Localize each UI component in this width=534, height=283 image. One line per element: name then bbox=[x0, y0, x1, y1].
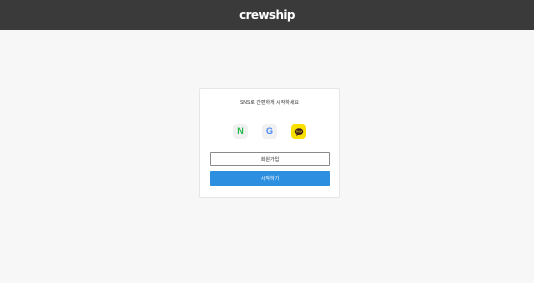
start-button[interactable]: 시작하기 bbox=[210, 171, 330, 186]
kakao-icon: TALK bbox=[294, 127, 303, 136]
top-header: crewship bbox=[0, 0, 534, 30]
google-login-button[interactable]: G bbox=[262, 124, 277, 139]
svg-text:TALK: TALK bbox=[295, 129, 302, 133]
main-area: SNS로 간편하게 시작하세요 N G TALK 회원가입 시작하기 bbox=[0, 30, 534, 283]
naver-login-button[interactable]: N bbox=[233, 124, 248, 139]
naver-icon: N bbox=[237, 126, 244, 136]
sns-login-row: N G TALK bbox=[200, 124, 339, 139]
card-title: SNS로 간편하게 시작하세요 bbox=[239, 100, 300, 106]
login-card: SNS로 간편하게 시작하세요 N G TALK 회원가입 시작하기 bbox=[199, 88, 340, 198]
google-icon: G bbox=[265, 126, 273, 136]
signup-button[interactable]: 회원가입 bbox=[210, 152, 330, 166]
crewship-logo[interactable]: crewship bbox=[239, 9, 295, 21]
kakao-login-button[interactable]: TALK bbox=[291, 124, 306, 139]
